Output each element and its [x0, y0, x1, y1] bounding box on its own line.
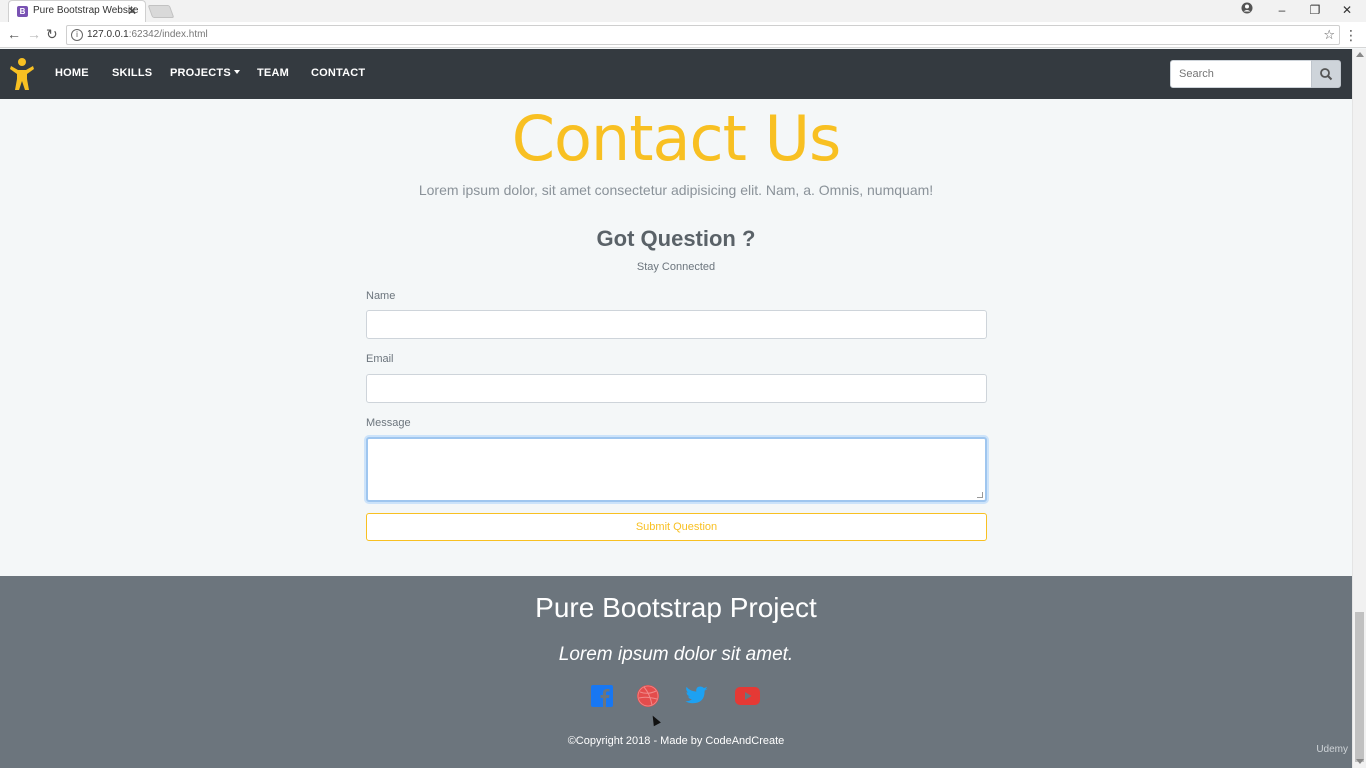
- address-bar[interactable]: i 127.0.0.1:62342/index.html ☆: [66, 25, 1340, 45]
- scroll-down-icon[interactable]: [1356, 759, 1364, 764]
- search-input[interactable]: [1170, 60, 1312, 88]
- restore-icon[interactable]: ❐: [1306, 2, 1324, 18]
- contact-title: Contact Us: [511, 102, 842, 175]
- scroll-up-icon[interactable]: [1356, 52, 1364, 57]
- nav-projects[interactable]: PROJECTS: [170, 67, 240, 79]
- back-arrow-icon[interactable]: ←: [7, 26, 21, 42]
- contact-lead: Lorem ipsum dolor, sit amet consectetur …: [418, 182, 934, 198]
- message-textarea[interactable]: [366, 437, 987, 502]
- bootstrap-favicon-icon: B: [17, 6, 28, 17]
- bookmark-star-icon[interactable]: ☆: [1323, 27, 1335, 43]
- browser-tabstrip: B Pure Bootstrap Website ✕ – ❐ ✕: [0, 0, 1366, 22]
- new-tab-button[interactable]: [147, 5, 175, 18]
- dribbble-icon[interactable]: [636, 684, 660, 708]
- site-navbar: HOME SKILLS PROJECTS TEAM CONTACT: [0, 49, 1352, 99]
- resize-handle-icon[interactable]: [977, 492, 983, 498]
- nav-contact[interactable]: CONTACT: [311, 67, 365, 79]
- caret-down-icon: [233, 70, 240, 74]
- form-heading: Got Question ?: [596, 226, 756, 251]
- url-text: 127.0.0.1:62342/index.html: [87, 29, 208, 40]
- message-label: Message: [366, 417, 411, 429]
- info-icon[interactable]: i: [71, 29, 83, 41]
- copyright-text: ©Copyright 2018 - Made by CodeAndCreate: [567, 735, 785, 747]
- footer-title: Pure Bootstrap Project: [535, 592, 817, 623]
- scroll-thumb[interactable]: [1355, 612, 1364, 762]
- site-footer: Pure Bootstrap Project Lorem ipsum dolor…: [0, 576, 1352, 768]
- reload-icon[interactable]: ↻: [46, 26, 58, 42]
- search-button[interactable]: [1311, 60, 1341, 88]
- page-scrollbar[interactable]: [1352, 49, 1366, 768]
- tab-title: Pure Bootstrap Website: [33, 5, 139, 16]
- nav-home[interactable]: HOME: [55, 67, 89, 79]
- form-subheading: Stay Connected: [636, 261, 716, 273]
- forward-arrow-icon[interactable]: →: [27, 26, 41, 42]
- email-label: Email: [366, 353, 394, 365]
- search-icon: [1320, 68, 1333, 81]
- twitter-icon[interactable]: [685, 684, 709, 708]
- browser-toolbar: ← → ↻ i 127.0.0.1:62342/index.html ☆: [0, 22, 1366, 48]
- window-close-icon[interactable]: ✕: [1338, 2, 1356, 18]
- nav-team[interactable]: TEAM: [257, 67, 289, 79]
- udemy-watermark: Udemy: [1316, 744, 1348, 755]
- account-icon[interactable]: [1238, 2, 1256, 18]
- facebook-icon[interactable]: [590, 684, 614, 708]
- nav-skills[interactable]: SKILLS: [112, 67, 152, 79]
- name-field[interactable]: [366, 310, 987, 339]
- youtube-icon[interactable]: [734, 684, 761, 708]
- name-label: Name: [366, 290, 396, 302]
- minimize-icon[interactable]: –: [1273, 2, 1291, 18]
- browser-tab[interactable]: B Pure Bootstrap Website ✕: [8, 0, 146, 22]
- email-field[interactable]: [366, 374, 987, 403]
- person-logo-icon[interactable]: [9, 57, 35, 91]
- browser-menu-icon[interactable]: ⋮: [1344, 27, 1358, 43]
- submit-question-button[interactable]: Submit Question: [366, 513, 987, 541]
- tab-close-icon[interactable]: ✕: [127, 4, 137, 18]
- footer-subtitle: Lorem ipsum dolor sit amet.: [558, 644, 794, 665]
